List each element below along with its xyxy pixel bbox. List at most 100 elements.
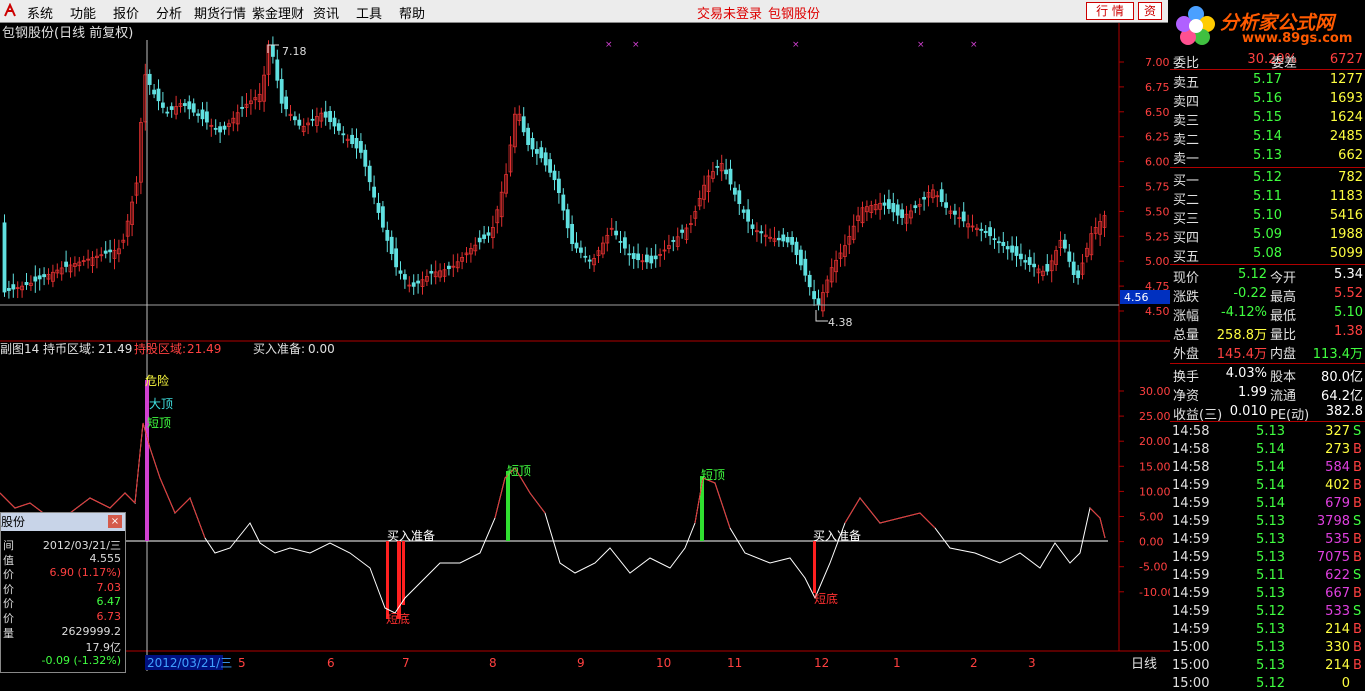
tick-price: 5.13 bbox=[1256, 640, 1285, 655]
indicator-name: 副图14 bbox=[0, 342, 39, 356]
popup-title-text: 股份 bbox=[1, 515, 26, 529]
tick-volume: 0 bbox=[1341, 676, 1350, 691]
tick-time: 14:59 bbox=[1172, 514, 1210, 529]
tick-time: 14:59 bbox=[1172, 622, 1210, 637]
price-tick: 7.00 bbox=[1145, 56, 1170, 69]
popup-row: 量 2629999.2 bbox=[3, 625, 121, 640]
x-label: 8 bbox=[489, 656, 497, 670]
stat-value-2: 5.34 bbox=[1334, 267, 1363, 282]
tick-price: 5.13 bbox=[1256, 586, 1285, 601]
menu-help[interactable]: 帮助 bbox=[399, 3, 425, 22]
tick-volume: 533 bbox=[1325, 604, 1350, 619]
menu-function[interactable]: 功能 bbox=[70, 3, 96, 22]
tick-time: 14:58 bbox=[1172, 424, 1210, 439]
menu-futures[interactable]: 期货行情 bbox=[194, 3, 246, 22]
price-tick: 6.50 bbox=[1145, 106, 1170, 119]
tick-volume: 667 bbox=[1325, 586, 1350, 601]
indicator-item-1-label: 持股区域: bbox=[134, 341, 186, 356]
stat-value-2: 80.0亿 bbox=[1321, 370, 1363, 385]
menu-system[interactable]: 系统 bbox=[27, 3, 53, 22]
ask-label: 卖三 bbox=[1173, 114, 1200, 129]
chart-area[interactable]: 包钢股份(日线 前复权) 7.00 6.75 6.50 6.25 6.00 5.75 5.5… bbox=[0, 23, 1170, 671]
popup-row-key: 价 bbox=[3, 597, 14, 611]
tick-time: 14:59 bbox=[1172, 532, 1210, 547]
bid-label: 买二 bbox=[1173, 193, 1200, 208]
tick-volume: 402 bbox=[1325, 478, 1350, 493]
tick-price: 5.14 bbox=[1256, 442, 1285, 457]
tick-price: 5.12 bbox=[1256, 676, 1285, 691]
popup-row-value: 6.47 bbox=[96, 595, 122, 609]
price-tick: 6.25 bbox=[1145, 131, 1170, 144]
ask-volume: 1624 bbox=[1329, 110, 1363, 125]
tick-time: 14:59 bbox=[1172, 550, 1210, 565]
stat-value-2: 5.10 bbox=[1334, 305, 1363, 320]
stat-value: 5.12 bbox=[1238, 267, 1267, 282]
tick-time: 15:00 bbox=[1172, 640, 1210, 655]
x-label: 12 bbox=[814, 656, 829, 670]
indicator-tick: -10.00 bbox=[1139, 586, 1170, 599]
tab-info[interactable]: 资 bbox=[1138, 2, 1162, 20]
buy-bar-4 bbox=[813, 541, 816, 593]
tick-price: 5.11 bbox=[1256, 568, 1285, 583]
tick-side: B bbox=[1353, 442, 1362, 457]
tick-side: B bbox=[1353, 532, 1362, 547]
period-label[interactable]: 日线 bbox=[1131, 657, 1157, 671]
stat-label-2: 股本 bbox=[1270, 370, 1297, 385]
info-popup[interactable]: 股份 × 间 2012/03/21/三值 4.555 价 6.90 (1.17%) 价 7.… bbox=[0, 512, 126, 673]
stat-label: 总量 bbox=[1173, 328, 1200, 343]
indicator-tick: 5.00 bbox=[1139, 511, 1164, 524]
tick-time: 14:58 bbox=[1172, 442, 1210, 457]
bid-price: 5.10 bbox=[1253, 208, 1282, 223]
bid-volume: 5099 bbox=[1329, 246, 1363, 261]
tab-market[interactable]: 行 情 bbox=[1086, 2, 1134, 20]
current-price-label: 4.56 bbox=[1124, 291, 1149, 304]
close-icon[interactable]: × bbox=[108, 515, 122, 528]
stock-name: 包钢股份 bbox=[768, 7, 821, 22]
x-label: 10 bbox=[656, 656, 671, 670]
menu-finance[interactable]: 紫金理财 bbox=[252, 3, 304, 22]
tick-price: 5.13 bbox=[1256, 532, 1285, 547]
stat-label-2: 量比 bbox=[1270, 328, 1297, 343]
quote-divider bbox=[1170, 421, 1365, 422]
stat-label-2: 流通 bbox=[1270, 389, 1297, 404]
annotation-short-bottom-1: 短底 bbox=[386, 611, 410, 626]
popup-title: 股份 bbox=[1, 513, 125, 531]
buy-bar-3 bbox=[402, 541, 405, 605]
menu-quote[interactable]: 报价 bbox=[113, 3, 139, 22]
indicator-tick: 30.00 bbox=[1139, 385, 1170, 398]
login-status[interactable]: 交易未登录 bbox=[697, 3, 762, 22]
tick-side: S bbox=[1353, 514, 1362, 529]
indicator-tick: 10.00 bbox=[1139, 485, 1170, 498]
bid-label: 买四 bbox=[1173, 231, 1200, 246]
popup-row-value: 6.90 (1.17%) bbox=[49, 566, 121, 580]
brand-site[interactable]: www.89gs.com bbox=[1242, 31, 1352, 46]
popup-row: 17.9亿 bbox=[3, 639, 122, 654]
stat-label-2: 内盘 bbox=[1270, 347, 1297, 362]
tick-price: 5.12 bbox=[1256, 604, 1285, 619]
tick-volume: 327 bbox=[1325, 424, 1350, 439]
tick-side: S bbox=[1353, 568, 1362, 583]
popup-row: 间 2012/03/21/三 bbox=[3, 537, 121, 552]
tick-volume: 679 bbox=[1325, 496, 1350, 511]
tick-price: 5.13 bbox=[1256, 550, 1285, 565]
tick-side: B bbox=[1353, 640, 1362, 655]
stat-value: -0.22 bbox=[1233, 286, 1267, 301]
tick-side: B bbox=[1353, 460, 1362, 475]
stat-value: 4.03% bbox=[1225, 366, 1267, 381]
flower-logo-icon bbox=[1176, 6, 1215, 45]
stat-value: 0.010 bbox=[1229, 404, 1267, 419]
tick-time: 14:58 bbox=[1172, 460, 1210, 475]
tick-volume: 214 bbox=[1325, 622, 1350, 637]
x-label: 11 bbox=[727, 656, 742, 670]
stat-value: -4.12% bbox=[1221, 305, 1267, 320]
stat-value-2: 64.2亿 bbox=[1321, 389, 1363, 404]
menu-analysis[interactable]: 分析 bbox=[156, 3, 182, 22]
popup-row-key: 间 bbox=[3, 539, 14, 552]
x-label: 7 bbox=[402, 656, 410, 670]
menu-news[interactable]: 资讯 bbox=[313, 3, 339, 22]
x-label: 5 bbox=[238, 656, 246, 670]
menu-bar: 系统 功能 报价 分析 期货行情 紫金理财 资讯 工具 帮助 交易未登录 包钢股… bbox=[0, 0, 1365, 23]
stat-value: 145.4万 bbox=[1216, 347, 1267, 362]
menu-tools[interactable]: 工具 bbox=[356, 3, 382, 22]
indicator-tick: 0.00 bbox=[1139, 536, 1164, 549]
